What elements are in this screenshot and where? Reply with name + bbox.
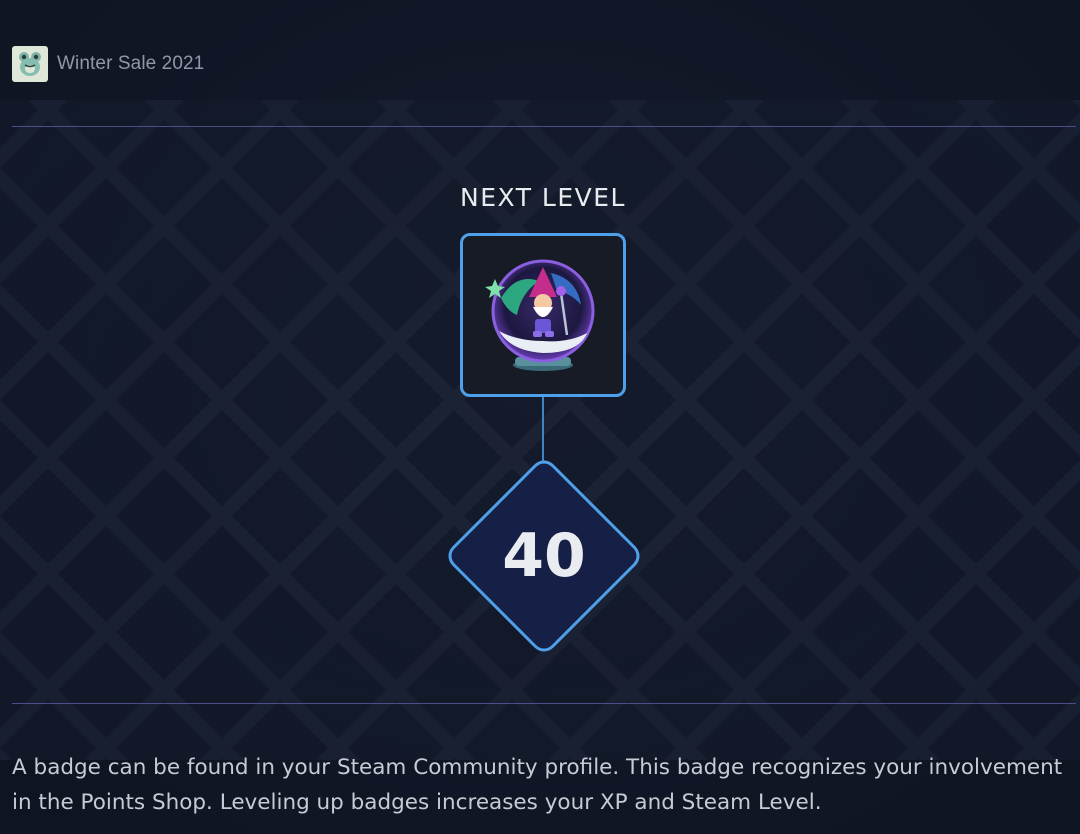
badge-description: A badge can be found in your Steam Commu… xyxy=(12,755,1063,815)
badge-level-panel: Winter Sale 2021 NEXT LEVEL 40 A badge c… xyxy=(0,0,1080,834)
next-level-heading: NEXT LEVEL xyxy=(460,183,626,212)
breadcrumb-label[interactable]: Winter Sale 2021 xyxy=(57,53,204,75)
gnome-snow-globe-icon xyxy=(485,259,595,371)
badge-image-frame xyxy=(460,233,626,397)
breadcrumb: Winter Sale 2021 xyxy=(12,46,204,82)
frog-badge-icon xyxy=(12,46,48,82)
level-connector-line xyxy=(542,397,544,461)
level-number: 40 xyxy=(502,521,586,591)
top-divider xyxy=(12,126,1076,127)
bottom-divider xyxy=(12,703,1076,704)
